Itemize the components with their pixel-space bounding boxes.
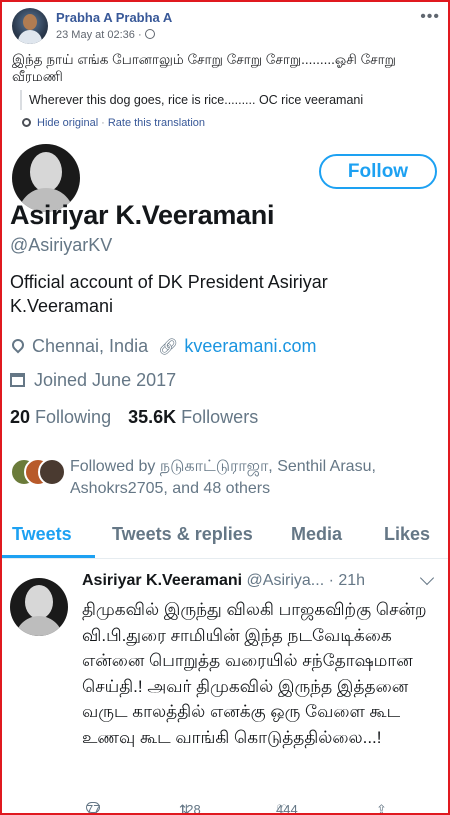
profile-joined: Joined June 2017 [34, 370, 177, 390]
tweet-author-handle: @Asiriya... [246, 572, 325, 589]
follow-button[interactable]: Follow [319, 154, 437, 189]
share-icon: ⇪ [376, 802, 387, 815]
link-icon: 🔗︎ [158, 339, 179, 356]
reply-count: 77 [86, 802, 101, 815]
followers-stat[interactable]: 35.6K Followers [128, 407, 258, 427]
twitter-profile-image: Follow Asiriyar K.Veeramani @AsiriyarKV … [2, 140, 448, 813]
followed-by-text[interactable]: Followed by நடுகாட்டுராஜா, Senthil Arasu… [70, 456, 440, 500]
tab-tweets[interactable]: Tweets [12, 524, 72, 545]
profile-location-row: Chennai, India 🔗︎ kveeramani.com [9, 336, 316, 357]
translation-links: Hide original · Rate this translation [22, 117, 205, 129]
location-pin-icon [9, 336, 27, 354]
rate-translation-link[interactable]: Rate this translation [108, 117, 205, 129]
profile-bio: Official account of DK President Asiriya… [10, 272, 328, 316]
screenshot-frame: Prabha A Prabha A 23 May at 02:36 · ••• … [0, 0, 450, 815]
avatar-head-shape [23, 14, 37, 30]
followers-label: Followers [181, 407, 259, 427]
profile-avatar-face [30, 152, 62, 192]
tweet-avatar-shirt [15, 616, 63, 636]
profile-handle: @AsiriyarKV [10, 235, 113, 255]
following-label: Following [35, 407, 112, 427]
following-count: 20 [10, 407, 31, 427]
gear-icon[interactable] [22, 118, 31, 127]
profile-website[interactable]: kveeramani.com [184, 336, 316, 356]
profile-stats: 20 Following 35.6K Followers [10, 407, 258, 428]
post-meta: 23 May at 02:36 · [56, 29, 155, 41]
author-avatar[interactable] [12, 8, 48, 44]
post-timestamp[interactable]: 23 May at 02:36 · [56, 29, 142, 41]
follower-avatar [38, 458, 66, 486]
tweet-avatar [10, 578, 68, 636]
profile-website-link[interactable]: 🔗︎ kveeramani.com [158, 336, 316, 356]
globe-icon [144, 29, 155, 39]
link-separator: · [101, 117, 105, 129]
tweet-avatar-face [25, 585, 53, 619]
profile-location: Chennai, India [32, 336, 149, 356]
post-text: இந்த நாய் எங்க போனாலும் சோறு சோறு சோறு..… [12, 52, 396, 84]
following-stat[interactable]: 20 Following [10, 407, 111, 427]
tweet-header: Asiriyar K.Veeramani @Asiriya... · 21h [82, 572, 365, 590]
tweet-time: · 21h [328, 572, 366, 589]
tweet-text: திமுகவில் இருந்து விலகி பாஜகவிற்கு சென்ற… [82, 600, 427, 747]
followers-count: 35.6K [128, 407, 177, 427]
avatar-body-shape [18, 30, 42, 44]
profile-name: Asiriyar K.Veeramani [10, 200, 275, 230]
retweet-count: 128 [179, 802, 201, 815]
more-options-icon[interactable]: ••• [420, 8, 440, 26]
tweet-author-name: Asiriyar K.Veeramani [82, 572, 243, 589]
like-count: 444 [276, 802, 298, 815]
tab-likes[interactable]: Likes [384, 524, 430, 545]
hide-original-link[interactable]: Hide original [37, 117, 98, 129]
profile-joined-row: Joined June 2017 [10, 370, 176, 391]
tab-media[interactable]: Media [291, 524, 342, 545]
post-header: Prabha A Prabha A 23 May at 02:36 · ••• [12, 8, 442, 48]
tab-tweets-replies[interactable]: Tweets & replies [112, 524, 253, 545]
author-name[interactable]: Prabha A Prabha A [56, 10, 172, 25]
calendar-icon [10, 373, 25, 387]
chevron-down-icon [419, 570, 435, 586]
translation-text: Wherever this dog goes, rice is rice....… [20, 90, 448, 110]
profile-tabs: Tweets Tweets & replies Media Likes [2, 518, 448, 558]
tabs-divider [2, 558, 448, 559]
